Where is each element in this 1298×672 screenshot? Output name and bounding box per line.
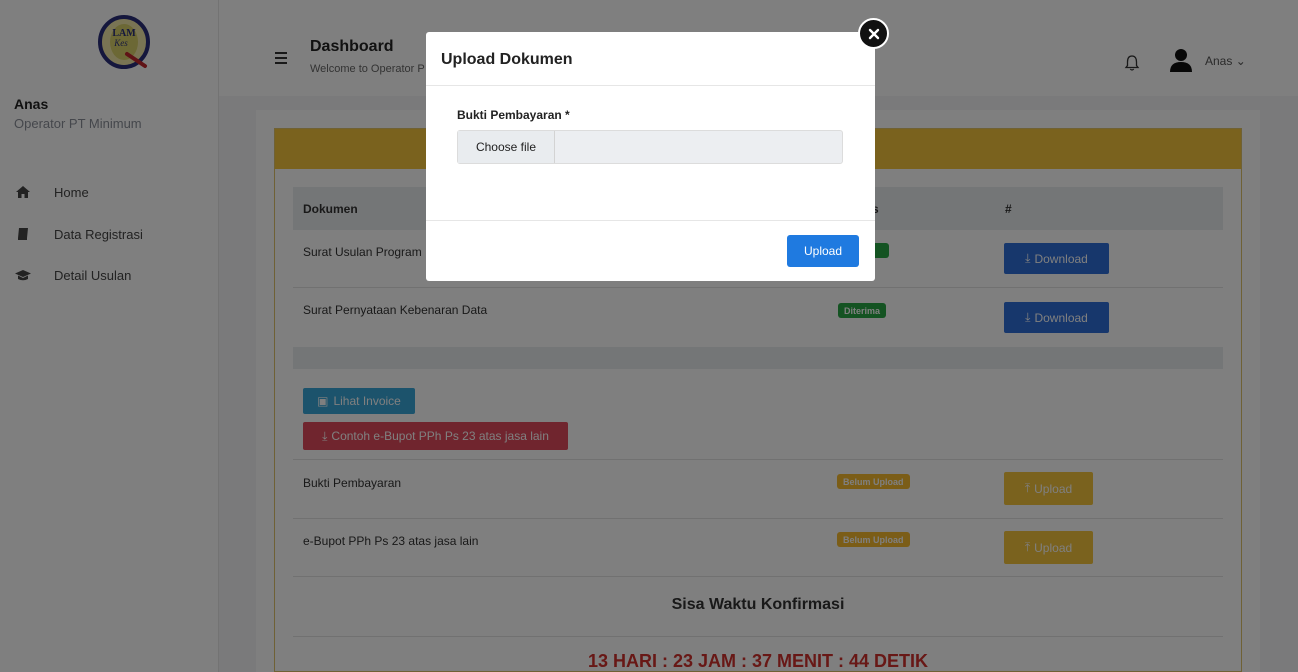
modal-header-divider (426, 85, 875, 86)
upload-modal: Upload Dokumen Bukti Pembayaran * Choose… (426, 32, 875, 281)
modal-title: Upload Dokumen (441, 51, 573, 68)
modal-footer-divider (426, 220, 875, 221)
file-name-display (555, 131, 842, 163)
bukti-pembayaran-label: Bukti Pembayaran * (457, 108, 570, 122)
file-input[interactable]: Choose file (457, 130, 843, 164)
close-icon[interactable] (858, 18, 889, 49)
upload-submit-button[interactable]: Upload (787, 235, 859, 267)
choose-file-button[interactable]: Choose file (458, 131, 555, 163)
